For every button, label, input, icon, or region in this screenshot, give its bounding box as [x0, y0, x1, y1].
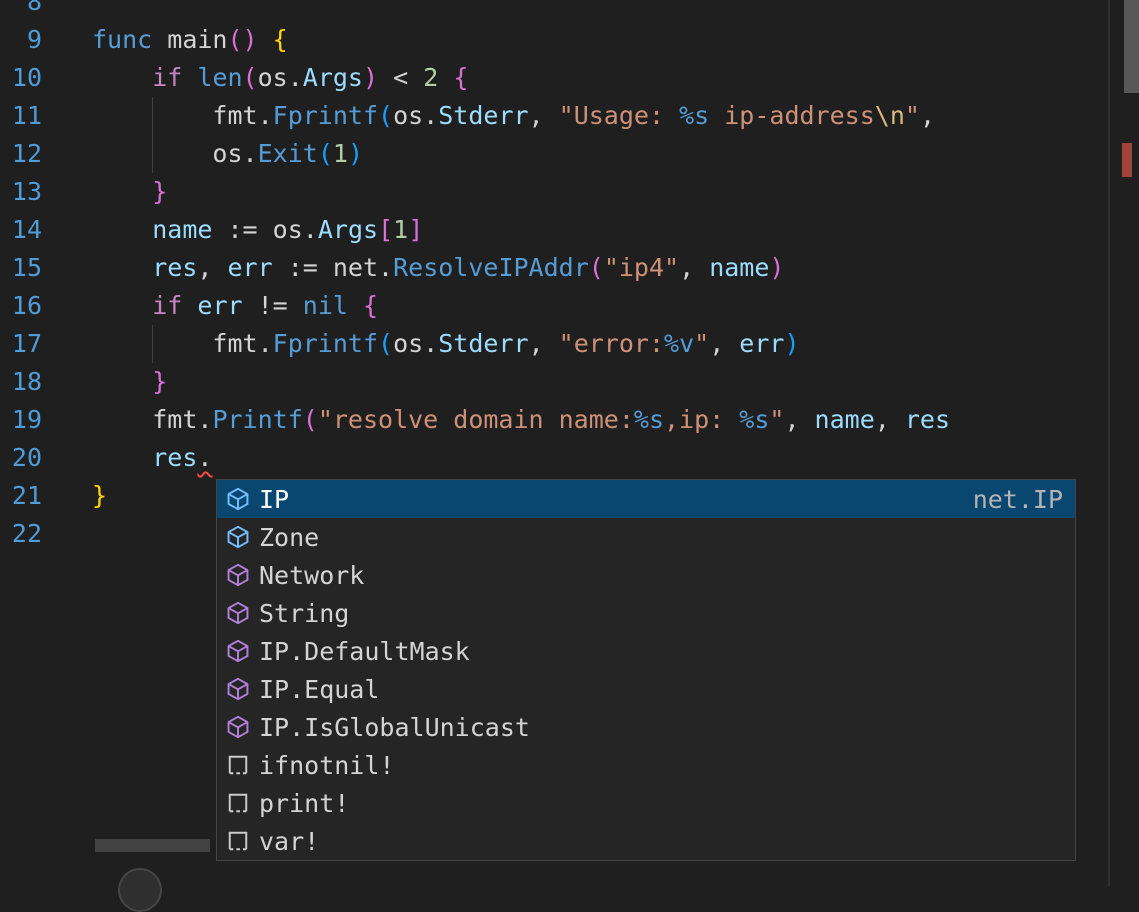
code-text: }: [92, 477, 107, 515]
suggestion-label: IP: [259, 485, 289, 514]
overview-ruler-error-marker: [1122, 143, 1132, 177]
code-line[interactable]: 8: [0, 0, 1108, 21]
suggestion-label: print!: [259, 789, 349, 818]
suggestion-label: IP.IsGlobalUnicast: [259, 713, 530, 742]
symbol-snippet-icon: [225, 790, 251, 816]
suggestion-list: IP net.IP Zone Network String IP.DefaultMask I…: [217, 480, 1075, 860]
line-number: 16: [0, 287, 42, 325]
suggestion-label: Zone: [259, 523, 319, 552]
suggestion-item[interactable]: IP.Equal: [217, 670, 1075, 708]
line-number: 8: [0, 0, 42, 21]
code-text: func main() {: [92, 21, 288, 59]
suggestion-label: String: [259, 599, 349, 628]
suggestion-item[interactable]: ifnotnil!: [217, 746, 1075, 784]
indent-guide: [152, 325, 153, 363]
suggestion-item[interactable]: var!: [217, 822, 1075, 860]
suggestion-item[interactable]: IP.IsGlobalUnicast: [217, 708, 1075, 746]
suggestion-label: Network: [259, 561, 364, 590]
line-number: 18: [0, 363, 42, 401]
symbol-field-icon: [225, 486, 251, 512]
code-line[interactable]: 20 res.: [0, 439, 1108, 477]
symbol-method-icon: [225, 562, 251, 588]
code-line[interactable]: 17 fmt.Fprintf(os.Stderr, "error:%v", er…: [0, 325, 1108, 363]
code-line[interactable]: 12 os.Exit(1): [0, 135, 1108, 173]
code-text: fmt.Fprintf(os.Stderr, "Usage: %s ip-add…: [92, 97, 935, 135]
code-text: if err != nil {: [92, 287, 378, 325]
indent-guide: [152, 97, 153, 135]
code-line[interactable]: 9 func main() {: [0, 21, 1108, 59]
code-line[interactable]: 15 res, err := net.ResolveIPAddr("ip4", …: [0, 249, 1108, 287]
line-number: 12: [0, 135, 42, 173]
code-text: os.Exit(1): [92, 135, 363, 173]
symbol-field-icon: [225, 524, 251, 550]
line-number: 22: [0, 515, 42, 553]
code-text: fmt.Fprintf(os.Stderr, "error:%v", err): [92, 325, 800, 363]
symbol-snippet-icon: [225, 752, 251, 778]
line-number: 11: [0, 97, 42, 135]
code-line[interactable]: 11 fmt.Fprintf(os.Stderr, "Usage: %s ip-…: [0, 97, 1108, 135]
suggestion-item[interactable]: print!: [217, 784, 1075, 822]
horizontal-scrollbar-thumb[interactable]: [95, 839, 210, 852]
line-number: 15: [0, 249, 42, 287]
code-line[interactable]: 10 if len(os.Args) < 2 {: [0, 59, 1108, 97]
code-text: }: [92, 173, 167, 211]
symbol-method-icon: [225, 638, 251, 664]
line-number: 9: [0, 21, 42, 59]
code-area[interactable]: 89func main() {10 if len(os.Args) < 2 {1…: [0, 0, 1108, 553]
suggestion-item[interactable]: String: [217, 594, 1075, 632]
code-text: if len(os.Args) < 2 {: [92, 59, 468, 97]
code-line[interactable]: 14 name := os.Args[1]: [0, 211, 1108, 249]
code-text: fmt.Printf("resolve domain name:%s,ip: %…: [92, 401, 950, 439]
code-line[interactable]: 16 if err != nil {: [0, 287, 1108, 325]
line-number: 14: [0, 211, 42, 249]
suggestion-label: IP.Equal: [259, 675, 379, 704]
code-line[interactable]: 19 fmt.Printf("resolve domain name:%s,ip…: [0, 401, 1108, 439]
autocomplete-popup[interactable]: IP net.IP Zone Network String IP.DefaultMask I…: [216, 479, 1076, 861]
line-number: 10: [0, 59, 42, 97]
suggestion-item[interactable]: IP.DefaultMask: [217, 632, 1075, 670]
symbol-method-icon: [225, 714, 251, 740]
floating-circle-button[interactable]: [118, 868, 162, 912]
line-number: 21: [0, 477, 42, 515]
indent-guide: [152, 135, 153, 173]
symbol-snippet-icon: [225, 828, 251, 854]
code-text: res, err := net.ResolveIPAddr("ip4", nam…: [92, 249, 784, 287]
code-text: name := os.Args[1]: [92, 211, 423, 249]
line-number: 19: [0, 401, 42, 439]
code-text: }: [92, 363, 167, 401]
code-editor[interactable]: 89func main() {10 if len(os.Args) < 2 {1…: [0, 0, 1139, 886]
suggestion-detail: net.IP: [973, 485, 1063, 514]
suggestion-label: IP.DefaultMask: [259, 637, 470, 666]
suggestion-item[interactable]: Network: [217, 556, 1075, 594]
line-number: 20: [0, 439, 42, 477]
suggestion-item[interactable]: Zone: [217, 518, 1075, 556]
line-number: 17: [0, 325, 42, 363]
line-number: 13: [0, 173, 42, 211]
vertical-scrollbar-thumb[interactable]: [1124, 0, 1139, 93]
code-line[interactable]: 18 }: [0, 363, 1108, 401]
suggestion-label: var!: [259, 827, 319, 856]
code-line[interactable]: 13 }: [0, 173, 1108, 211]
suggestion-label: ifnotnil!: [259, 751, 394, 780]
suggestion-item[interactable]: IP net.IP: [217, 480, 1075, 518]
symbol-method-icon: [225, 600, 251, 626]
code-text: res.: [92, 439, 212, 477]
vertical-scrollbar[interactable]: [1110, 0, 1139, 886]
symbol-method-icon: [225, 676, 251, 702]
